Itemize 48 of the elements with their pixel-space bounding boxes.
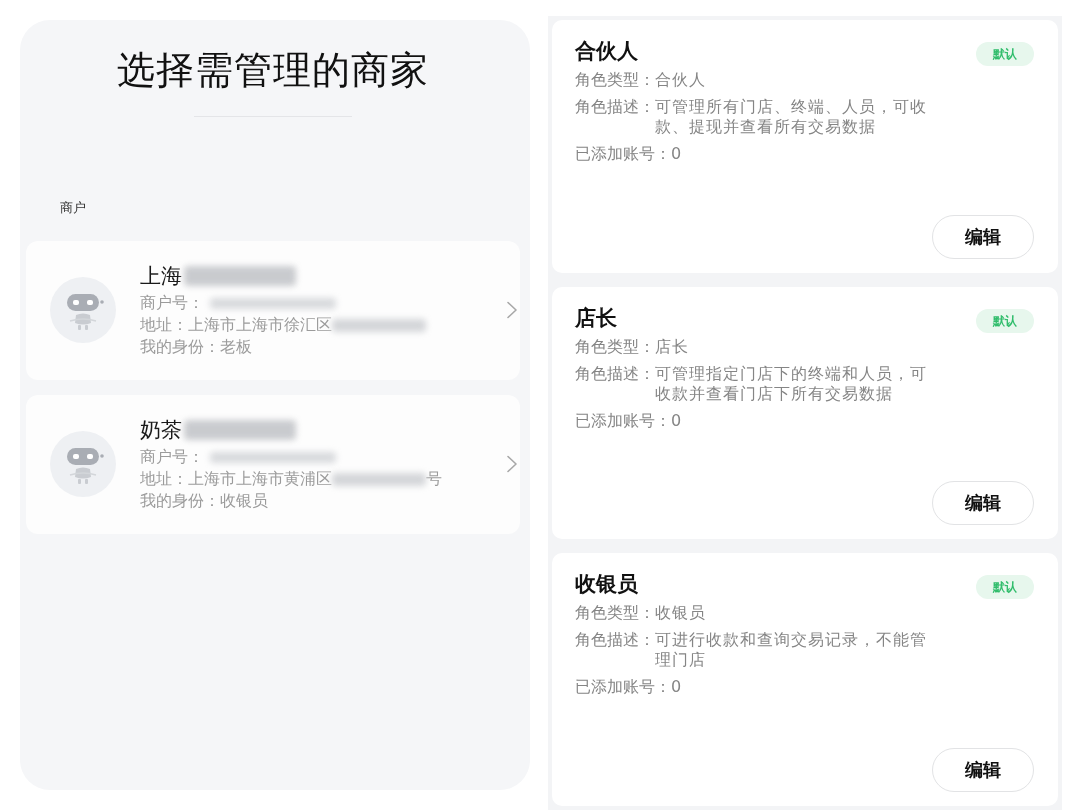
chevron-right-icon	[506, 455, 518, 473]
field-value: 收银员	[220, 492, 268, 510]
field-value: 合伙人	[655, 70, 707, 90]
field-value: 0	[671, 677, 684, 698]
merchant-card[interactable]: 奶茶 商户号： 地址：上海市上海市黄浦区 号 我的身份：收银员	[26, 395, 520, 534]
field-value: 号	[426, 470, 442, 488]
field-label: 角色描述：	[575, 363, 655, 385]
field-value: 上海市上海市徐汇区	[188, 316, 332, 334]
role-title: 合伙人	[575, 38, 638, 65]
robot-avatar-icon	[50, 431, 116, 497]
field-value: 0	[671, 410, 684, 431]
field-label: 地址：	[140, 469, 188, 490]
field-label: 角色类型：	[575, 603, 655, 624]
field-label: 商户号：	[140, 447, 204, 468]
edit-button[interactable]: 编辑	[932, 214, 1034, 259]
field-value: 店长	[655, 336, 690, 357]
edit-button[interactable]: 编辑	[932, 481, 1034, 526]
panel-title: 选择需管理的商家	[116, 47, 430, 94]
field-label: 商户号：	[140, 293, 204, 314]
field-value: 老板	[220, 338, 252, 356]
field-value: 可管理指定门店下的终端和人员，可收款并查看门店下所有交易数据	[655, 363, 928, 404]
field-value: 上海市上海市黄浦区	[188, 470, 332, 488]
field-value: 0	[671, 144, 684, 164]
merchant-name: 上海	[140, 263, 182, 290]
default-badge: 默认	[976, 308, 1034, 333]
section-label: 商户	[60, 199, 87, 217]
field-label: 已添加账号：	[575, 677, 671, 698]
field-label: 角色类型：	[575, 70, 655, 90]
field-label: 角色描述：	[575, 97, 655, 118]
field-label: 我的身份：	[140, 491, 220, 512]
field-value: 可进行收款和查询交易记录，不能管理门店	[655, 630, 928, 671]
field-label: 角色类型：	[575, 336, 655, 357]
field-label: 已添加账号：	[575, 144, 671, 164]
field-value: 收银员	[655, 603, 707, 624]
role-title: 店长	[575, 304, 617, 332]
robot-avatar-icon	[50, 277, 116, 343]
field-label: 地址：	[140, 315, 188, 336]
field-label: 角色描述：	[575, 630, 655, 652]
role-title: 收银员	[575, 571, 638, 599]
chevron-right-icon	[506, 301, 518, 319]
merchant-name: 奶茶	[140, 417, 182, 444]
field-value: 可管理所有门店、终端、人员，可收款、提现并查看所有交易数据	[655, 97, 928, 137]
field-label: 我的身份：	[140, 337, 220, 358]
edit-button[interactable]: 编辑	[932, 748, 1034, 792]
field-label: 已添加账号：	[575, 410, 671, 431]
default-badge: 默认	[976, 575, 1034, 600]
merchant-card[interactable]: 上海 商户号： 地址：上海市上海市徐汇区 我的身份：老板	[26, 241, 520, 380]
default-badge: 默认	[976, 42, 1034, 66]
